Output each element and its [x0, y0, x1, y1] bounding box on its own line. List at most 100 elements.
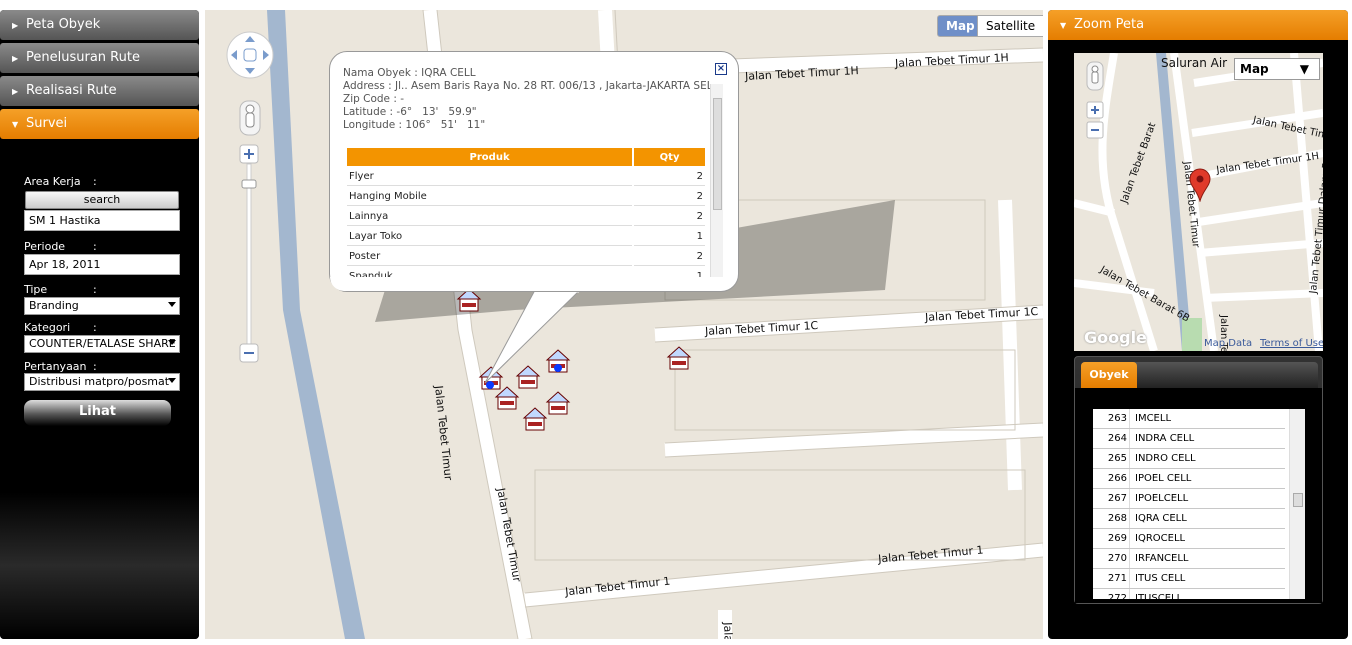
zoom-peta-header[interactable]: ▼ Zoom Peta — [1048, 10, 1348, 40]
dropdown-arrow-icon — [168, 340, 176, 345]
section-penelusuran-rute[interactable]: ▶ Penelusuran Rute — [0, 43, 199, 73]
scrollbar-thumb[interactable] — [1293, 493, 1303, 507]
list-item-no: 269 — [1107, 533, 1127, 544]
dropdown-arrow-icon — [168, 302, 176, 307]
table-row: Hanging Mobile 2 — [347, 188, 705, 206]
latitude: Latitude : -6° 13' 59.9" — [343, 106, 477, 118]
colon: : — [93, 321, 97, 334]
list-item-no: 263 — [1107, 413, 1127, 424]
map-type-satellite-button[interactable]: Satellite — [977, 15, 1043, 37]
list-item-no: 272 — [1107, 593, 1127, 599]
list-item-name: ITUSCELL — [1135, 593, 1183, 599]
zoom-map[interactable]: Map ▼ Saluran Air Jalan Tebet Barat Jalan… — [1074, 53, 1323, 351]
list-item[interactable]: 263 IMCELL — [1093, 409, 1285, 429]
list-item[interactable]: 266 IPOEL CELL — [1093, 469, 1285, 489]
zoom-controls[interactable] — [1086, 101, 1104, 141]
pan-control-icon[interactable] — [225, 30, 275, 80]
dropdown-arrow-icon — [168, 378, 176, 383]
column-header-produk: Produk — [347, 148, 633, 166]
map-type-value: Map — [1240, 62, 1269, 76]
list-item-no: 267 — [1107, 493, 1127, 504]
search-button[interactable]: search — [25, 191, 179, 209]
kategori-label: Kategori — [24, 321, 71, 334]
zoom-map-type-select[interactable]: Map ▼ — [1234, 58, 1320, 80]
list-item[interactable]: 269 IQROCELL — [1093, 529, 1285, 549]
section-realisasi-rute[interactable]: ▶ Realisasi Rute — [0, 76, 199, 106]
tipe-label: Tipe — [24, 283, 48, 296]
list-item-no: 265 — [1107, 453, 1127, 464]
table-row: Poster 2 — [347, 248, 705, 266]
produk-cell: Lainnya — [347, 208, 633, 226]
obyek-panel: Obyek 263 IMCELL 264 INDRA CELL 265 INDRO C… — [1074, 356, 1323, 604]
section-survei[interactable]: ▼ Survei — [0, 109, 199, 139]
chevron-right-icon: ▶ — [12, 54, 19, 63]
list-item-name: IMCELL — [1135, 413, 1172, 424]
scrollbar-thumb[interactable] — [713, 98, 722, 210]
table-row: Layar Toko 1 — [347, 228, 705, 246]
zip-code: Zip Code : - — [343, 93, 404, 105]
periode-field[interactable]: Apr 18, 2011 — [24, 254, 180, 275]
section-label: Penelusuran Rute — [26, 50, 140, 65]
popup-tail — [484, 289, 582, 384]
list-item-name: IQROCELL — [1135, 533, 1186, 544]
list-scrollbar[interactable] — [1289, 409, 1305, 599]
section-peta-obyek[interactable]: ▶ Peta Obyek — [0, 10, 199, 40]
list-item[interactable]: 268 IQRA CELL — [1093, 509, 1285, 529]
qty-cell: 2 — [634, 208, 705, 226]
area-kerja-field[interactable]: SM 1 Hastika — [24, 210, 180, 231]
qty-cell: 2 — [634, 248, 705, 266]
pegman-icon[interactable] — [239, 100, 261, 136]
list-item[interactable]: 272 ITUSCELL — [1093, 589, 1285, 599]
shop-marker-icon[interactable] — [522, 406, 548, 432]
produk-table: Produk Qty Flyer 2 Hanging Mobile 2 Lainny… — [345, 146, 707, 288]
list-item-no: 266 — [1107, 473, 1127, 484]
obyek-list[interactable]: 263 IMCELL 264 INDRA CELL 265 INDRO CELL 26… — [1093, 409, 1305, 599]
google-logo: Google — [1084, 328, 1147, 347]
popup-scrollbar[interactable] — [710, 84, 723, 277]
map-label: Saluran Air — [1161, 56, 1228, 70]
list-item[interactable]: 267 IPOELCELL — [1093, 489, 1285, 509]
list-item-name: IRFANCELL — [1135, 553, 1189, 564]
pegman-icon[interactable] — [1086, 61, 1104, 91]
kategori-value: COUNTER/ETALASE SHARE — [29, 337, 176, 350]
right-panel: ▼ Zoom Peta Map ▼ Saluran Air Jalan Tebe… — [1048, 10, 1348, 639]
periode-label: Periode — [24, 240, 66, 253]
tab-obyek[interactable]: Obyek — [1081, 362, 1137, 388]
pertanyaan-select[interactable]: Distribusi matpro/posmat — [24, 373, 180, 391]
chevron-right-icon: ▶ — [12, 87, 19, 96]
colon: : — [93, 283, 97, 296]
object-info: Nama Obyek : IQRA CELL Address : Jl.. As… — [343, 67, 711, 132]
list-item[interactable]: 264 INDRA CELL — [1093, 429, 1285, 449]
map-data-link[interactable]: Map Data — [1204, 338, 1252, 349]
shop-marker-icon[interactable] — [545, 390, 571, 416]
list-item[interactable]: 270 IRFANCELL — [1093, 549, 1285, 569]
survei-form: Area Kerja : search SM 1 Hastika Periode… — [0, 150, 199, 639]
list-item-name: IPOELCELL — [1135, 493, 1189, 504]
colon: : — [93, 240, 97, 253]
pertanyaan-value: Distribusi matpro/posmat — [29, 375, 170, 388]
tipe-select[interactable]: Branding — [24, 297, 180, 315]
kategori-select[interactable]: COUNTER/ETALASE SHARE — [24, 335, 180, 353]
location-pin-icon[interactable] — [1189, 168, 1211, 202]
close-icon[interactable]: × — [715, 63, 727, 75]
produk-cell: Layar Toko — [347, 228, 633, 246]
zoom-slider[interactable] — [239, 144, 261, 364]
list-item-no: 271 — [1107, 573, 1127, 584]
table-row: Lainnya 2 — [347, 208, 705, 226]
colon: : — [93, 175, 97, 188]
list-item-no: 268 — [1107, 513, 1127, 524]
list-item[interactable]: 265 INDRO CELL — [1093, 449, 1285, 469]
section-label: Realisasi Rute — [26, 83, 117, 98]
list-item[interactable]: 271 ITUS CELL — [1093, 569, 1285, 589]
lihat-button[interactable]: Lihat — [24, 400, 171, 426]
tipe-value: Branding — [29, 299, 79, 312]
shop-marker-icon[interactable] — [666, 345, 692, 371]
chevron-down-icon: ▼ — [1060, 21, 1067, 30]
terms-of-use-link[interactable]: Terms of Use — [1260, 338, 1323, 349]
section-label: Survei — [26, 116, 68, 131]
qty-cell: 2 — [634, 168, 705, 186]
dropdown-arrow-icon: ▼ — [1299, 62, 1309, 76]
colon: : — [93, 360, 97, 373]
table-row: Flyer 2 — [347, 168, 705, 186]
list-item-no: 270 — [1107, 553, 1127, 564]
